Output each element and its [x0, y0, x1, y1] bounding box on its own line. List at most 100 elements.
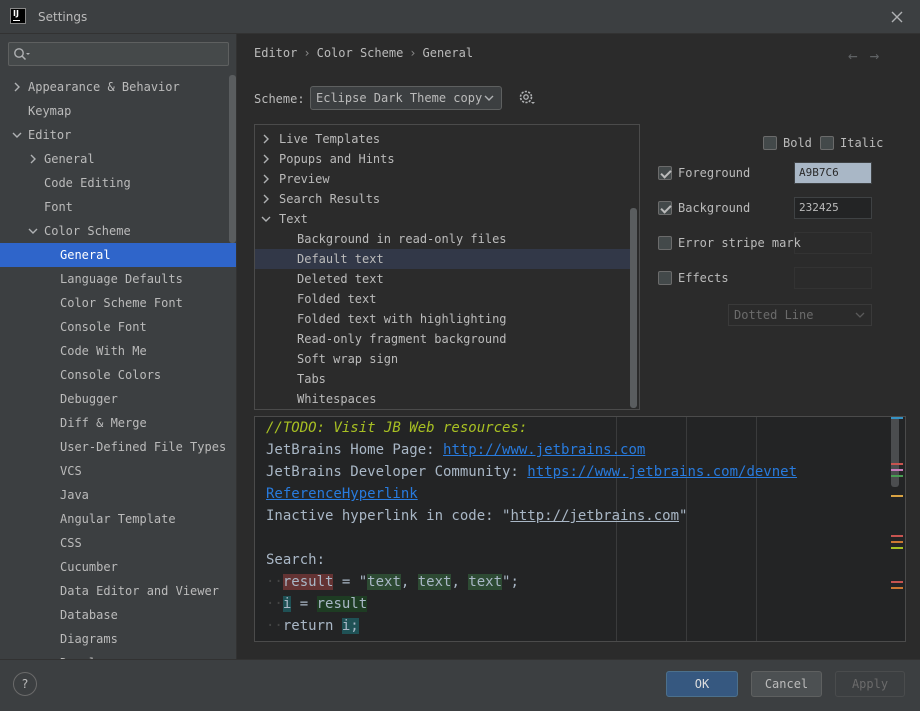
sidebar-item[interactable]: VCS	[0, 459, 236, 483]
attribute-item[interactable]: Live Templates	[255, 129, 630, 149]
attribute-item[interactable]: Preview	[255, 169, 630, 189]
sidebar-item[interactable]: Code Editing	[0, 171, 236, 195]
devnet-link[interactable]: https://www.jetbrains.com/devnet	[527, 464, 797, 480]
sidebar-item[interactable]: Color Scheme	[0, 219, 236, 243]
guide-line	[756, 417, 757, 641]
error-stripe-mark	[891, 469, 903, 471]
error-stripe-checkbox[interactable]	[658, 236, 672, 250]
attribute-item[interactable]: Folded text	[255, 289, 630, 309]
forward-arrow-icon[interactable]: →	[870, 46, 892, 65]
search-icon[interactable]	[13, 47, 31, 61]
effects-label: Effects	[678, 271, 729, 285]
background-color-field[interactable]: 232425	[794, 197, 872, 219]
code-preview[interactable]: //TODO: Visit JB Web resources: JetBrain…	[254, 416, 906, 642]
attribute-item[interactable]: Text	[255, 209, 630, 229]
sidebar-item[interactable]: Database	[0, 603, 236, 627]
effects-color-field[interactable]	[794, 267, 872, 289]
chevron-down-icon[interactable]	[261, 214, 271, 224]
attribute-item[interactable]: Default text	[255, 249, 630, 269]
tree-item-label: Color Scheme	[44, 224, 131, 238]
attribute-item[interactable]: Popups and Hints	[255, 149, 630, 169]
chevron-right-icon[interactable]	[261, 154, 271, 164]
sidebar-item[interactable]: Diagrams	[0, 627, 236, 651]
breadcrumb-editor[interactable]: Editor	[254, 46, 297, 60]
code-text: ";	[502, 574, 519, 590]
sidebar-item[interactable]: Drools	[0, 651, 236, 659]
sidebar-item[interactable]: Font	[0, 195, 236, 219]
effect-type-dropdown[interactable]: Dotted Line	[728, 304, 872, 326]
search-result-highlight: text	[367, 574, 401, 590]
gear-icon[interactable]	[518, 89, 536, 107]
sidebar-item[interactable]: General	[0, 243, 236, 267]
background-checkbox[interactable]	[658, 201, 672, 215]
scheme-label: Scheme:	[254, 92, 305, 106]
read-access-highlight: result	[316, 596, 368, 612]
tree-item-label: General	[44, 152, 95, 166]
sidebar-item[interactable]: Code With Me	[0, 339, 236, 363]
error-stripe-mark	[891, 587, 903, 589]
preview-line: ··return i;	[266, 615, 359, 637]
attribute-item[interactable]: Background in read-only files	[255, 229, 630, 249]
back-arrow-icon[interactable]: ←	[848, 46, 870, 65]
attribute-item[interactable]: Soft wrap sign	[255, 349, 630, 369]
search-heading: Search:	[266, 552, 326, 568]
help-button[interactable]: ?	[13, 672, 37, 696]
error-stripe-color-field[interactable]	[794, 232, 872, 254]
chevron-right-icon[interactable]	[261, 174, 271, 184]
sidebar-item[interactable]: Appearance & Behavior	[0, 75, 236, 99]
chevron-right-icon[interactable]	[28, 154, 38, 164]
sidebar-item[interactable]: Console Colors	[0, 363, 236, 387]
tree-item-label: Live Templates	[279, 132, 381, 146]
tree-item-label: Font	[44, 200, 73, 214]
tree-item-label: Default text	[297, 252, 384, 266]
chevron-right-icon[interactable]	[261, 194, 271, 204]
bold-checkbox[interactable]	[763, 136, 777, 150]
chevron-down-icon	[855, 312, 865, 318]
effects-checkbox[interactable]	[658, 271, 672, 285]
attribute-item[interactable]: Search Results	[255, 189, 630, 209]
sidebar-item[interactable]: Data Editor and Viewer	[0, 579, 236, 603]
sidebar-scrollbar[interactable]	[229, 75, 236, 243]
breadcrumb-color-scheme[interactable]: Color Scheme	[317, 46, 404, 60]
chevron-down-icon[interactable]	[12, 130, 22, 140]
sidebar-item[interactable]: Color Scheme Font	[0, 291, 236, 315]
cancel-button[interactable]: Cancel	[751, 671, 822, 697]
sidebar-item[interactable]: Language Defaults	[0, 267, 236, 291]
chevron-right-icon[interactable]	[12, 82, 22, 92]
todo-comment: //TODO: Visit JB Web resources:	[266, 420, 528, 436]
scheme-dropdown[interactable]: Eclipse Dark Theme copy	[310, 86, 502, 110]
close-icon[interactable]	[887, 7, 907, 27]
foreground-color-field[interactable]: A9B7C6	[794, 162, 872, 184]
intellij-logo-icon: IJ	[10, 8, 26, 24]
foreground-checkbox[interactable]	[658, 166, 672, 180]
chevron-down-icon[interactable]	[28, 226, 38, 236]
tree-item-label: Angular Template	[60, 512, 176, 526]
sidebar-item[interactable]: Diff & Merge	[0, 411, 236, 435]
sidebar-item[interactable]: CSS	[0, 531, 236, 555]
settings-tree: Appearance & Behavior Keymap Editor General…	[0, 75, 236, 659]
sidebar-item[interactable]: General	[0, 147, 236, 171]
settings-search-input[interactable]	[8, 42, 229, 66]
italic-checkbox[interactable]	[820, 136, 834, 150]
sidebar-item[interactable]: Java	[0, 483, 236, 507]
sidebar-item[interactable]: Editor	[0, 123, 236, 147]
apply-button[interactable]: Apply	[835, 671, 905, 697]
sidebar-item[interactable]: Debugger	[0, 387, 236, 411]
attribute-item[interactable]: Folded text with highlighting	[255, 309, 630, 329]
sidebar-item[interactable]: Cucumber	[0, 555, 236, 579]
reference-hyperlink[interactable]: ReferenceHyperlink	[266, 486, 418, 502]
chevron-right-icon[interactable]	[261, 134, 271, 144]
sidebar-item[interactable]: Angular Template	[0, 507, 236, 531]
ok-button[interactable]: OK	[666, 671, 738, 697]
tree-item-label: VCS	[60, 464, 82, 478]
sidebar-item[interactable]: Console Font	[0, 315, 236, 339]
sidebar-item[interactable]: User-Defined File Types	[0, 435, 236, 459]
attribute-item[interactable]: Tabs	[255, 369, 630, 389]
attribute-item[interactable]: Read-only fragment background	[255, 329, 630, 349]
sidebar-item[interactable]: Keymap	[0, 99, 236, 123]
devnet-label: JetBrains Developer Community:	[266, 464, 528, 480]
attribute-item[interactable]: Whitespaces	[255, 389, 630, 409]
home-page-link[interactable]: http://www.jetbrains.com	[443, 442, 645, 458]
attribute-item[interactable]: Deleted text	[255, 269, 630, 289]
attributes-scrollbar[interactable]	[630, 208, 637, 408]
